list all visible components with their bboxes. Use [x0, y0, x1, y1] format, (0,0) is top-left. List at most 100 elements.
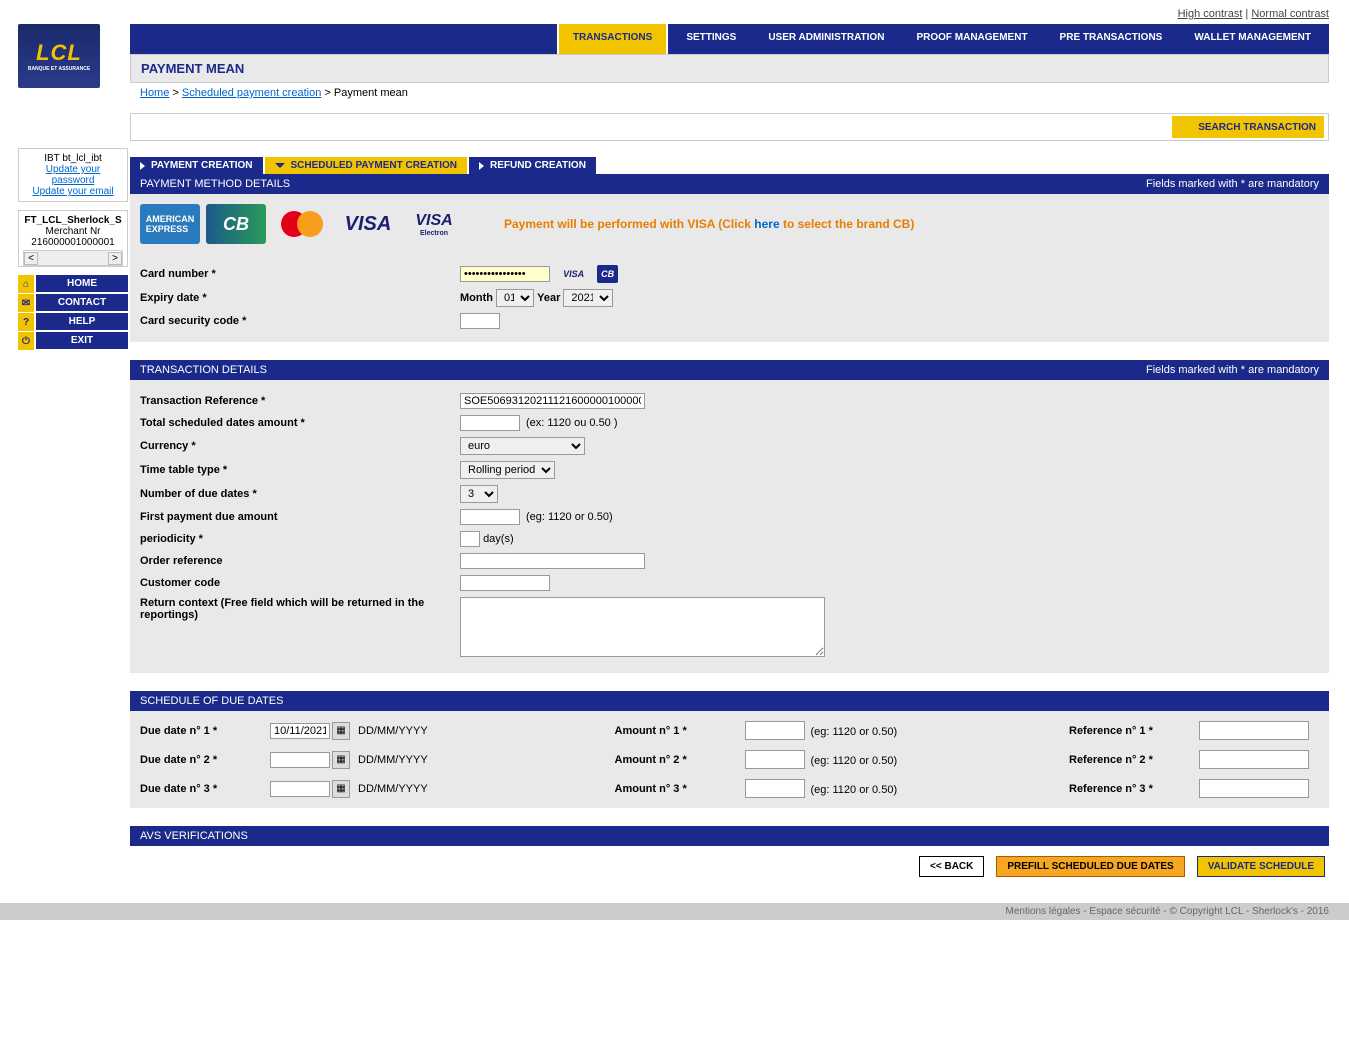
exit-icon: ⏻: [18, 332, 34, 350]
orderref-label: Order reference: [140, 555, 460, 567]
duedates-select[interactable]: 3: [460, 485, 498, 503]
due-date-1-label: Due date n° 1 *: [140, 725, 270, 737]
timetable-select[interactable]: Rolling period: [460, 461, 555, 479]
sidenav-help[interactable]: ?HELP: [36, 313, 128, 330]
update-password-link[interactable]: Update your password: [23, 164, 123, 186]
duedates-label: Number of due dates *: [140, 488, 460, 500]
detected-cb-icon: CB: [597, 265, 618, 283]
total-amount-input[interactable]: [460, 415, 520, 431]
validate-button[interactable]: VALIDATE SCHEDULE: [1197, 856, 1325, 877]
reference-1-label: Reference n° 1 *: [1069, 725, 1199, 737]
amount-3-input[interactable]: [745, 779, 805, 798]
merchant-name: FT_LCL_Sherlock_S: [24, 215, 121, 226]
back-button[interactable]: << BACK: [919, 856, 984, 877]
payment-method-header: PAYMENT METHOD DETAILS Fields marked wit…: [130, 174, 1329, 194]
reference-2-label: Reference n° 2 *: [1069, 754, 1199, 766]
reference-1-input[interactable]: [1199, 721, 1309, 740]
search-icon: [1180, 120, 1194, 134]
card-number-input[interactable]: [460, 266, 550, 282]
orderref-input[interactable]: [460, 553, 645, 569]
tab-proof[interactable]: PROOF MANAGEMENT: [902, 24, 1041, 54]
currency-select[interactable]: euro: [460, 437, 585, 455]
merchant-scrollbar[interactable]: [38, 251, 108, 265]
tab-settings[interactable]: SETTINGS: [672, 24, 750, 54]
due-date-3-label: Due date n° 3 *: [140, 783, 270, 795]
breadcrumb-scheduled[interactable]: Scheduled payment creation: [182, 87, 321, 99]
sub-tabs: PAYMENT CREATION SCHEDULED PAYMENT CREAT…: [130, 157, 1329, 174]
action-buttons: << BACK PREFILL SCHEDULED DUE DATES VALI…: [130, 846, 1329, 887]
amex-icon[interactable]: AMERICANEXPRESS: [140, 204, 200, 244]
main-tabs: TRANSACTIONS SETTINGS USER ADMINISTRATIO…: [130, 24, 1329, 54]
footer: Mentions légales - Espace sécurité - © C…: [0, 903, 1349, 920]
timetable-label: Time table type *: [140, 464, 460, 476]
schedule-header: SCHEDULE OF DUE DATES: [130, 691, 1329, 711]
firstpay-input[interactable]: [460, 509, 520, 525]
tab-user-admin[interactable]: USER ADMINISTRATION: [754, 24, 898, 54]
page-title: PAYMENT MEAN: [130, 54, 1329, 83]
firstpay-label: First payment due amount: [140, 511, 460, 523]
due-date-1-calendar-icon[interactable]: ▦: [332, 722, 350, 740]
expiry-month-select[interactable]: 01: [496, 289, 534, 307]
breadcrumb-home[interactable]: Home: [140, 87, 169, 99]
expiry-year-select[interactable]: 2021: [563, 289, 613, 307]
contrast-links: High contrast | Normal contrast: [0, 0, 1349, 24]
custcode-input[interactable]: [460, 575, 550, 591]
reference-2-input[interactable]: [1199, 750, 1309, 769]
select-brand-link[interactable]: here: [754, 217, 779, 231]
mastercard-icon[interactable]: [272, 204, 332, 244]
currency-label: Currency *: [140, 440, 460, 452]
periodicity-label: periodicity *: [140, 533, 460, 545]
due-date-3-input[interactable]: [270, 781, 330, 797]
amount-2-input[interactable]: [745, 750, 805, 769]
sidenav-exit[interactable]: ⏻EXIT: [36, 332, 128, 349]
contact-icon: ✉: [18, 294, 34, 312]
breadcrumb: Home > Scheduled payment creation > Paym…: [130, 83, 1329, 103]
visa-icon[interactable]: VISA: [338, 204, 398, 244]
cb-icon[interactable]: CB: [206, 204, 266, 244]
due-date-2-input[interactable]: [270, 752, 330, 768]
custcode-label: Customer code: [140, 577, 460, 589]
prefill-button[interactable]: PREFILL SCHEDULED DUE DATES: [996, 856, 1184, 877]
tab-wallet[interactable]: WALLET MANAGEMENT: [1180, 24, 1325, 54]
amount-2-label: Amount n° 2 *: [615, 754, 745, 766]
merchant-prev-button[interactable]: <: [24, 252, 38, 265]
card-number-label: Card number *: [140, 268, 460, 280]
expiry-label: Expiry date *: [140, 292, 460, 304]
high-contrast-link[interactable]: High contrast: [1178, 8, 1243, 20]
avs-header: AVS VERIFICATIONS: [130, 826, 1329, 846]
ibt-label: IBT bt_lcl_ibt: [23, 153, 123, 164]
normal-contrast-link[interactable]: Normal contrast: [1251, 8, 1329, 20]
search-transaction-button[interactable]: SEARCH TRANSACTION: [1172, 116, 1324, 138]
periodicity-input[interactable]: [460, 531, 480, 547]
search-bar: SEARCH TRANSACTION: [130, 113, 1329, 141]
payment-brand-message: Payment will be performed with VISA (Cli…: [504, 217, 914, 231]
due-date-3-calendar-icon[interactable]: ▦: [332, 780, 350, 798]
amount-1-label: Amount n° 1 *: [615, 725, 745, 737]
sidenav-contact[interactable]: ✉CONTACT: [36, 294, 128, 311]
card-logos: AMERICANEXPRESS CB VISA VISAElectron: [140, 204, 464, 244]
returnctx-label: Return context (Free field which will be…: [140, 597, 460, 621]
user-info-box: IBT bt_lcl_ibt Update your password Upda…: [18, 148, 128, 202]
tx-ref-input[interactable]: [460, 393, 645, 409]
cvv-label: Card security code *: [140, 315, 460, 327]
due-date-2-calendar-icon[interactable]: ▦: [332, 751, 350, 769]
lcl-logo: LCL BANQUE ET ASSURANCE: [18, 24, 100, 88]
cvv-input[interactable]: [460, 313, 500, 329]
subtab-refund-creation[interactable]: REFUND CREATION: [469, 157, 596, 174]
subtab-payment-creation[interactable]: PAYMENT CREATION: [130, 157, 263, 174]
sidenav-home[interactable]: ⌂HOME: [36, 275, 128, 292]
amount-1-input[interactable]: [745, 721, 805, 740]
due-date-2-label: Due date n° 2 *: [140, 754, 270, 766]
amount-3-label: Amount n° 3 *: [615, 783, 745, 795]
reference-3-input[interactable]: [1199, 779, 1309, 798]
update-email-link[interactable]: Update your email: [23, 186, 123, 197]
returnctx-textarea[interactable]: [460, 597, 825, 657]
transaction-details-header: TRANSACTION DETAILS Fields marked with *…: [130, 360, 1329, 380]
tab-pretrans[interactable]: PRE TRANSACTIONS: [1046, 24, 1177, 54]
merchant-next-button[interactable]: >: [108, 252, 122, 265]
tab-transactions[interactable]: TRANSACTIONS: [557, 22, 668, 54]
due-date-1-input[interactable]: [270, 723, 330, 739]
subtab-scheduled-payment[interactable]: SCHEDULED PAYMENT CREATION: [265, 157, 468, 174]
visa-electron-icon[interactable]: VISAElectron: [404, 204, 464, 244]
breadcrumb-current: Payment mean: [334, 87, 408, 99]
